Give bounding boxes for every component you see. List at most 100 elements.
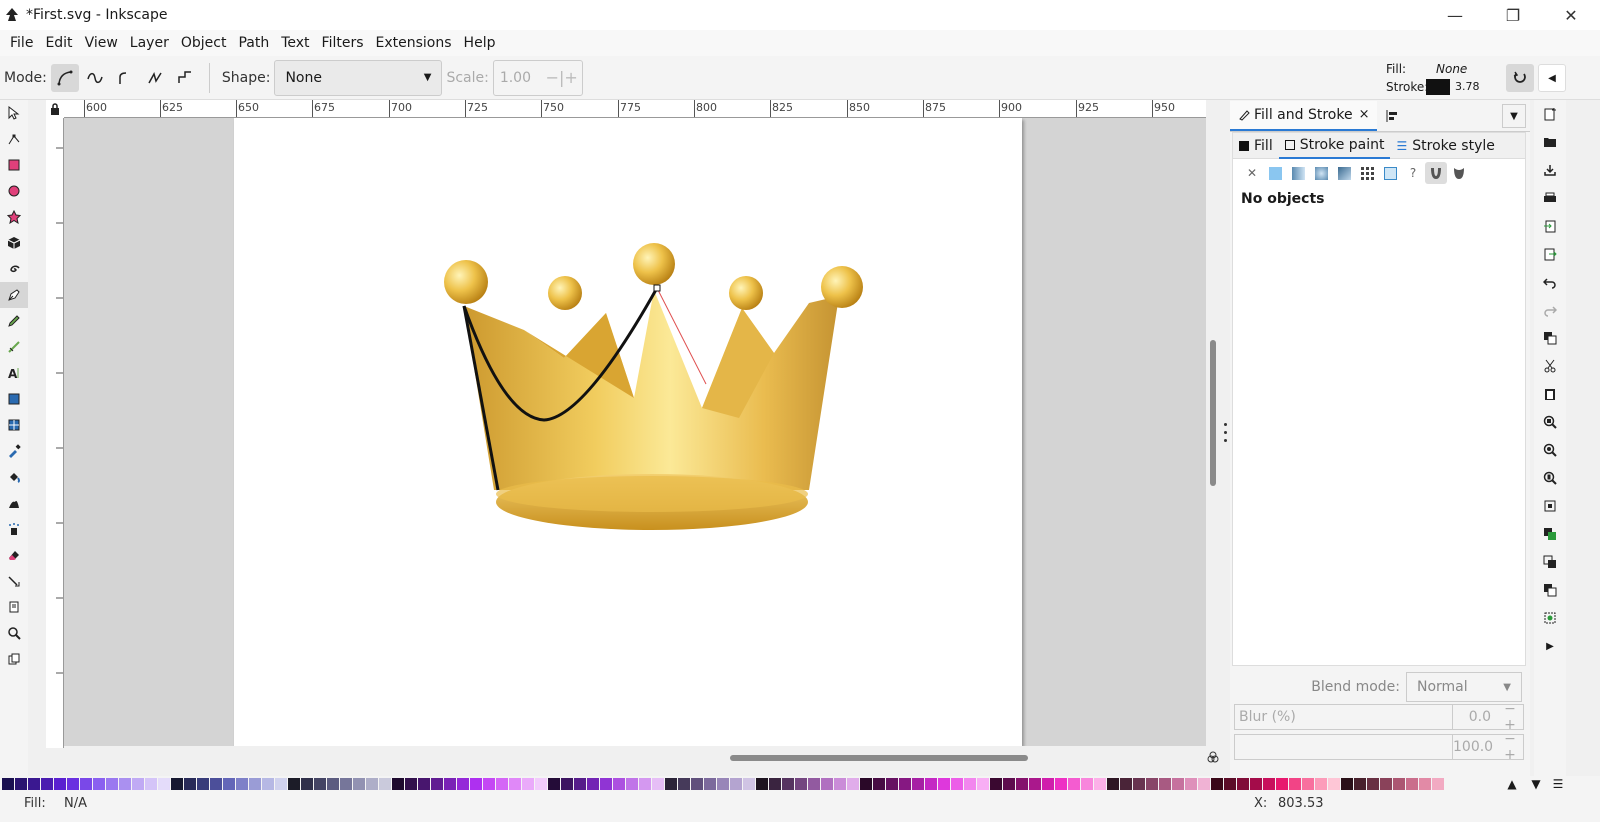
palette-swatch[interactable] <box>1094 778 1106 790</box>
palette-swatch[interactable] <box>314 778 326 790</box>
palette-swatch[interactable] <box>392 778 404 790</box>
snap-toggle-button[interactable] <box>1506 64 1534 92</box>
palette-swatch[interactable] <box>67 778 79 790</box>
menu-path[interactable]: Path <box>232 30 275 56</box>
palette-swatch[interactable] <box>158 778 170 790</box>
fill-stroke-dock-tab[interactable]: Fill and Stroke × <box>1230 100 1378 131</box>
redo-icon[interactable] <box>1534 296 1566 324</box>
palette-swatch[interactable] <box>1289 778 1301 790</box>
expand-arrow-icon[interactable]: ▶ <box>1534 632 1566 660</box>
close-tab-icon[interactable]: × <box>1359 107 1370 122</box>
palette-swatch[interactable] <box>1172 778 1184 790</box>
palette-swatch[interactable] <box>574 778 586 790</box>
clone-icon[interactable] <box>1534 548 1566 576</box>
palette-swatch[interactable] <box>119 778 131 790</box>
fill-rule-nonzero-icon[interactable] <box>1448 162 1470 184</box>
palette-swatch[interactable] <box>860 778 872 790</box>
palette-swatch[interactable] <box>964 778 976 790</box>
palette-swatch[interactable] <box>236 778 248 790</box>
palette-swatch[interactable] <box>1237 778 1249 790</box>
pattern-icon[interactable] <box>1356 162 1378 184</box>
palette-swatch[interactable] <box>1315 778 1327 790</box>
palette-swatch[interactable] <box>990 778 1002 790</box>
palette-swatch[interactable] <box>54 778 66 790</box>
palette-swatch[interactable] <box>704 778 716 790</box>
palette-swatch[interactable] <box>405 778 417 790</box>
measure-tool-icon[interactable] <box>0 646 28 672</box>
zoom-center-icon[interactable] <box>1534 492 1566 520</box>
calligraphy-tool-icon[interactable] <box>0 334 28 360</box>
linear-gradient-icon[interactable] <box>1287 162 1309 184</box>
palette-swatch[interactable] <box>938 778 950 790</box>
crown-artwork[interactable] <box>234 118 1022 746</box>
palette-swatch[interactable] <box>613 778 625 790</box>
pages-tool-icon[interactable] <box>0 594 28 620</box>
palette-swatch[interactable] <box>652 778 664 790</box>
palette-swatch[interactable] <box>132 778 144 790</box>
palette-swatch[interactable] <box>600 778 612 790</box>
palette-swatch[interactable] <box>1003 778 1015 790</box>
palette-swatch[interactable] <box>366 778 378 790</box>
menu-edit[interactable]: Edit <box>39 30 78 56</box>
stroke-style-tab[interactable]: ☰ Stroke style <box>1390 133 1500 159</box>
align-dock-tab[interactable] <box>1377 101 1407 131</box>
palette-swatch[interactable] <box>678 778 690 790</box>
palette-swatch[interactable] <box>626 778 638 790</box>
palette-swatch[interactable] <box>873 778 885 790</box>
palette-swatch[interactable] <box>951 778 963 790</box>
dock-menu-chevron-icon[interactable]: ▼ <box>1502 104 1526 128</box>
palette-swatch[interactable] <box>2 778 14 790</box>
palette-swatch[interactable] <box>1029 778 1041 790</box>
menu-filters[interactable]: Filters <box>316 30 370 56</box>
palette-swatch[interactable] <box>1367 778 1379 790</box>
mesh-tool-icon[interactable] <box>0 412 28 438</box>
canvas-area[interactable] <box>64 118 1206 746</box>
palette-swatch[interactable] <box>28 778 40 790</box>
palette-down-icon[interactable]: ▼ <box>1526 776 1546 792</box>
palette-swatch[interactable] <box>1185 778 1197 790</box>
palette-menu-icon[interactable]: ☰ <box>1548 776 1568 792</box>
palette-swatch[interactable] <box>1432 778 1444 790</box>
palette-swatch[interactable] <box>145 778 157 790</box>
document-page[interactable] <box>234 118 1022 746</box>
vertical-scroll-thumb[interactable] <box>1210 340 1216 486</box>
open-file-icon[interactable] <box>1534 128 1566 156</box>
palette-swatch[interactable] <box>1120 778 1132 790</box>
palette-swatch[interactable] <box>977 778 989 790</box>
zoom-page-icon[interactable] <box>1534 464 1566 492</box>
palette-swatch[interactable] <box>743 778 755 790</box>
color-managed-icon[interactable] <box>1204 748 1222 766</box>
menu-view[interactable]: View <box>79 30 124 56</box>
palette-swatch[interactable] <box>782 778 794 790</box>
horizontal-scroll-thumb[interactable] <box>730 755 1028 761</box>
spray-tool-icon[interactable] <box>0 516 28 542</box>
palette-swatch[interactable] <box>483 778 495 790</box>
palette-swatch[interactable] <box>912 778 924 790</box>
palette-swatch[interactable] <box>717 778 729 790</box>
zoom-selection-icon[interactable] <box>1534 408 1566 436</box>
menu-help[interactable]: Help <box>458 30 502 56</box>
palette-swatch[interactable] <box>535 778 547 790</box>
palette-swatch[interactable] <box>249 778 261 790</box>
selected-style-indicator[interactable]: Fill: None Stroke: 3.78 <box>1386 60 1480 96</box>
3d-box-tool-icon[interactable] <box>0 230 28 256</box>
palette-swatch[interactable] <box>301 778 313 790</box>
close-button[interactable]: ✕ <box>1542 0 1600 30</box>
palette-swatch[interactable] <box>197 778 209 790</box>
palette-swatch[interactable] <box>1107 778 1119 790</box>
maximize-button[interactable]: ❐ <box>1484 0 1542 30</box>
no-paint-icon[interactable]: ✕ <box>1241 162 1263 184</box>
minus-plus-icon[interactable]: − + <box>1497 701 1523 733</box>
palette-swatch[interactable] <box>93 778 105 790</box>
palette-swatch[interactable] <box>210 778 222 790</box>
palette-up-icon[interactable]: ▲ <box>1502 776 1522 792</box>
palette-swatch[interactable] <box>171 778 183 790</box>
palette-swatch[interactable] <box>1224 778 1236 790</box>
palette-swatch[interactable] <box>665 778 677 790</box>
bezier-mode-button[interactable] <box>50 63 79 92</box>
stroke-swatch[interactable] <box>1426 79 1450 95</box>
export-icon[interactable] <box>1534 240 1566 268</box>
undo-icon[interactable] <box>1534 268 1566 296</box>
bspline-mode-button[interactable] <box>111 64 139 92</box>
vertical-scrollbar[interactable] <box>1206 118 1220 746</box>
